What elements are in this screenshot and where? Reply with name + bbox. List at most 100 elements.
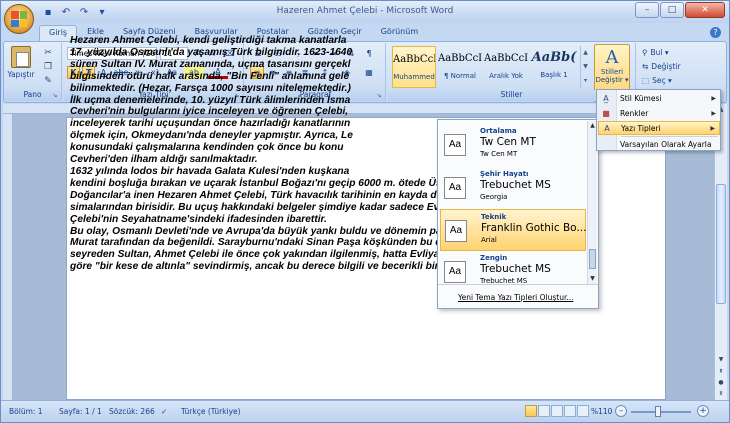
font-theme-major: Tw Cen MT [480, 136, 536, 148]
change-styles-label: Stilleri Değiştir ▾ [595, 68, 629, 84]
zoom-in-icon[interactable]: + [697, 405, 709, 417]
replace-button[interactable]: ⇆ Değiştir [642, 60, 681, 73]
cut-icon[interactable]: ✂ [42, 47, 54, 59]
quick-access-toolbar: ▪ ↶ ↷ ▾ [41, 5, 109, 19]
replace-label: Değiştir [651, 62, 681, 71]
font-theme-major: Trebuchet MS [480, 179, 551, 191]
menu-item-fonts[interactable]: A Yazı Tipleri ▶ [598, 121, 720, 135]
group-clipboard: Yapıştır ✂ ❐ ✎ Pano ↘ [4, 43, 62, 101]
select-button[interactable]: ⬚ Seç ▾ [642, 74, 672, 87]
font-panel-scroll-thumb[interactable] [589, 249, 596, 269]
status-words[interactable]: Sözcük: 266 [109, 407, 155, 416]
document-line[interactable]: bilinmektedir. (Hezar, Farsça 1000 sayıs… [70, 83, 520, 95]
zoom-slider[interactable] [631, 411, 691, 413]
document-line[interactable]: Hezaren Ahmet Çelebi, kendi geliştirdiği… [70, 35, 520, 47]
help-icon[interactable]: ? [710, 27, 721, 38]
font-sample-icon: Aa [444, 177, 466, 199]
style-name: Başlık 1 [540, 71, 568, 79]
font-theme-minor: Arial [481, 236, 497, 244]
draft-view-icon[interactable] [577, 405, 589, 417]
font-theme-name: Zengin [480, 254, 508, 262]
font-theme-teknik[interactable]: Aa Teknik Franklin Gothic Bo... Arial [440, 209, 586, 251]
redo-icon[interactable]: ↷ [77, 5, 91, 19]
menu-item-label: Varsayılan Olarak Ayarla [620, 139, 712, 149]
prev-page-icon[interactable]: ⇞ [715, 366, 727, 377]
font-panel-footer: Yeni Tema Yazı Tipleri Oluştur... [438, 284, 598, 308]
word-window: Hazeren Ahmet Çelebi - Microsoft Word ▪ … [0, 0, 730, 423]
paste-button[interactable]: Yapıştır [6, 46, 36, 88]
customize-qat-icon[interactable]: ▾ [95, 5, 109, 19]
status-page[interactable]: Sayfa: 1 / 1 [59, 407, 102, 416]
next-page-icon[interactable]: ⇟ [715, 388, 727, 399]
menu-item-colors[interactable]: ■ Renkler ▶ [598, 106, 720, 120]
gallery-down-icon[interactable]: ▼ [581, 60, 590, 74]
clipboard-launcher-icon[interactable]: ↘ [51, 92, 59, 100]
copy-icon[interactable]: ❐ [42, 61, 54, 73]
menu-item-label: Stil Kümesi [620, 93, 662, 103]
zoom-out-icon[interactable]: – [615, 405, 627, 417]
menu-item-style-set[interactable]: A̲ Stil Kümesi ▶ [598, 91, 720, 105]
vertical-ruler[interactable] [3, 114, 13, 400]
gallery-up-icon[interactable]: ▲ [581, 46, 590, 60]
document-line[interactable]: bilgisinden ötürü halk arasında, "Bin Fe… [70, 71, 520, 83]
gallery-more-icon[interactable]: ▾ [581, 74, 590, 88]
scroll-down-icon[interactable]: ▼ [715, 354, 727, 365]
scroll-thumb[interactable] [716, 184, 726, 304]
find-button[interactable]: ⚲ Bul ▾ [642, 46, 669, 59]
status-language[interactable]: Türkçe (Türkiye) [181, 407, 241, 416]
title-bar: Hazeren Ahmet Çelebi - Microsoft Word ▪ … [1, 1, 729, 23]
proofing-icon[interactable]: ✓ [161, 407, 167, 416]
font-theme-ortalama[interactable]: Aa Ortalama Tw Cen MT Tw Cen MT [440, 124, 586, 166]
menu-item-set-default[interactable]: Varsayılan Olarak Ayarla [598, 137, 720, 151]
binoculars-icon: ⚲ [642, 48, 648, 57]
save-icon[interactable]: ▪ [41, 5, 55, 19]
document-line[interactable]: süren Sultan IV. Murat zamanında, uçma t… [70, 59, 520, 71]
styles-gallery-scroll: ▲ ▼ ▾ [580, 46, 590, 88]
office-button[interactable] [4, 4, 34, 34]
document-line[interactable]: 17. yüzyılda Osmanlı'da yaşamış Türk bil… [70, 47, 520, 59]
change-styles-menu: A̲ Stil Kümesi ▶ ■ Renkler ▶ A Yazı Tipl… [596, 89, 721, 151]
font-sample-icon: Aa [444, 134, 466, 156]
style-sample: AaBb( [531, 50, 577, 65]
full-screen-view-icon[interactable] [538, 405, 550, 417]
outline-view-icon[interactable] [564, 405, 576, 417]
document-line[interactable]: Cevheri'nin bulgularını iyice inceleyen … [70, 106, 520, 118]
find-label: Bul ▾ [650, 48, 669, 57]
style-heading-1[interactable]: AaBb( Başlık 1 [530, 46, 578, 88]
maximize-button[interactable]: □ [660, 2, 684, 18]
paste-icon [11, 46, 31, 68]
undo-icon[interactable]: ↶ [59, 5, 73, 19]
fonts-icon: A [604, 123, 610, 133]
font-theme-major: Trebuchet MS [480, 263, 551, 275]
format-painter-icon[interactable]: ✎ [42, 75, 54, 87]
close-button[interactable]: ✕ [685, 2, 725, 18]
font-theme-major: Franklin Gothic Bo... [481, 222, 587, 234]
paste-label: Yapıştır [7, 70, 35, 79]
font-theme-name: Ortalama [480, 127, 517, 135]
font-panel-scroll-down-icon[interactable]: ▼ [588, 274, 597, 284]
create-theme-fonts-link[interactable]: Yeni Tema Yazı Tipleri Oluştur... [458, 293, 574, 302]
browse-object-icon[interactable]: ● [715, 377, 727, 388]
status-section[interactable]: Bölüm: 1 [9, 407, 43, 416]
font-theme-minor: Georgia [480, 193, 508, 201]
theme-fonts-panel: Aa Ortalama Tw Cen MT Tw Cen MT Aa Şehir… [437, 119, 599, 309]
font-theme-sehir-hayati[interactable]: Aa Şehir Hayatı Trebuchet MS Georgia [440, 167, 586, 209]
change-styles-icon: A [605, 47, 619, 68]
select-icon: ⬚ [642, 76, 650, 85]
zoom-level[interactable]: %110 [591, 407, 612, 416]
select-label: Seç ▾ [652, 76, 672, 85]
minimize-button[interactable]: – [635, 2, 659, 18]
font-sample-icon: Aa [444, 261, 466, 283]
font-theme-minor: Tw Cen MT [480, 150, 518, 158]
document-line[interactable]: İlk uçma denemelerinde, 10. yüzyıl Türk … [70, 95, 520, 107]
submenu-arrow-icon: ▶ [711, 109, 716, 117]
colors-icon: ■ [602, 108, 610, 118]
font-theme-name: Teknik [481, 213, 507, 221]
replace-icon: ⇆ [642, 62, 649, 71]
menu-item-label: Renkler [620, 108, 649, 118]
style-set-icon: A̲ [603, 93, 609, 103]
office-logo-icon [11, 11, 27, 27]
zoom-slider-thumb[interactable] [655, 406, 661, 417]
web-layout-view-icon[interactable] [551, 405, 563, 417]
print-layout-view-icon[interactable] [525, 405, 537, 417]
